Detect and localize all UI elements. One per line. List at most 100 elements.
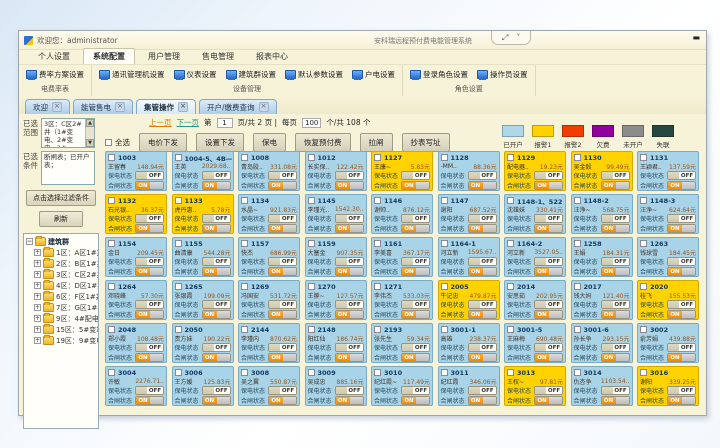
supply-toggle[interactable]: OFF: [468, 300, 497, 309]
meter-card[interactable]: 2050贵方妹190.22元保电状态OFF合闸状态ON: [172, 323, 234, 363]
card-checkbox[interactable]: [374, 326, 381, 333]
switch-toggle[interactable]: ON: [268, 267, 297, 276]
switch-toggle[interactable]: ON: [401, 267, 430, 276]
meter-card[interactable]: 1148-2汪浄~568.75元保电状态OFF合闸状态ON: [571, 194, 633, 234]
switch-toggle[interactable]: ON: [601, 181, 630, 190]
meter-card[interactable]: 3008吴之翼550.87元保电状态OFF合闸状态ON: [238, 366, 300, 406]
supply-toggle[interactable]: OFF: [335, 257, 364, 266]
supply-toggle[interactable]: OFF: [667, 171, 696, 180]
card-checkbox[interactable]: [308, 369, 315, 376]
supply-toggle[interactable]: OFF: [534, 300, 563, 309]
meter-card[interactable]: 3011纪红霞346.06元保电状态OFF合闸状态ON: [438, 366, 500, 406]
switch-toggle[interactable]: ON: [468, 310, 497, 319]
supply-toggle[interactable]: OFF: [468, 343, 497, 352]
switch-toggle[interactable]: ON: [601, 396, 630, 405]
switch-toggle[interactable]: ON: [268, 181, 297, 190]
meter-card[interactable]: 1004-5、4B—王英2029.68..保电状态OFF合闸状态ON: [172, 151, 234, 191]
window-tab-control[interactable]: ⤢ ˅: [491, 31, 531, 45]
card-checkbox[interactable]: [374, 369, 381, 376]
range-box[interactable]: 3区：C区2#井（1#变电、2#变电、1#… ▲ ▼: [41, 118, 95, 148]
menu-item-个人设置[interactable]: 个人设置: [29, 49, 79, 64]
expand-icon[interactable]: +: [34, 271, 41, 278]
meter-card[interactable]: 3002俞芳娟439.88元保电状态OFF合闸状态ON: [637, 323, 699, 363]
ribbon-button-费率方案设置[interactable]: 费率方案设置: [23, 67, 87, 82]
expand-icon[interactable]: +: [34, 337, 41, 344]
switch-toggle[interactable]: ON: [601, 267, 630, 276]
meter-card[interactable]: 1271李伟杰533.03元保电状态OFF合闸状态ON: [371, 280, 433, 320]
meter-card[interactable]: 1003王留春148.94元保电状态OFF合闸状态ON: [105, 151, 167, 191]
close-icon[interactable]: ×: [259, 102, 269, 112]
switch-toggle[interactable]: ON: [268, 396, 297, 405]
ribbon-button-操作员设置[interactable]: 操作员设置: [474, 67, 531, 82]
switch-toggle[interactable]: ON: [202, 267, 231, 276]
card-checkbox[interactable]: [241, 154, 248, 161]
supply-toggle[interactable]: OFF: [601, 214, 630, 223]
expand-icon[interactable]: +: [34, 304, 41, 311]
supply-toggle[interactable]: OFF: [468, 214, 497, 223]
switch-toggle[interactable]: ON: [401, 181, 430, 190]
supply-toggle[interactable]: OFF: [468, 257, 497, 266]
meter-card[interactable]: 2014安思茹202.95元保电状态OFF合闸状态ON: [504, 280, 566, 320]
supply-toggle[interactable]: OFF: [401, 386, 430, 395]
meter-card[interactable]: 2005牛记忠479.87元保电状态OFF合闸状态ON: [438, 280, 500, 320]
switch-toggle[interactable]: ON: [135, 181, 164, 190]
expand-icon[interactable]: +: [34, 249, 41, 256]
switch-toggle[interactable]: ON: [468, 267, 497, 276]
card-checkbox[interactable]: [507, 154, 514, 161]
card-checkbox[interactable]: [308, 197, 315, 204]
meter-card[interactable]: 3006王方媛125.83元保电状态OFF合闸状态ON: [172, 366, 234, 406]
meter-card[interactable]: 1129配电器..19.23元保电状态OFF合闸状态ON: [504, 151, 566, 191]
meter-card[interactable]: 1133虎丹惠..5.78元保电状态OFF合闸状态ON: [172, 194, 234, 234]
switch-toggle[interactable]: ON: [667, 224, 696, 233]
tab-开户/缴费查询[interactable]: 开户/缴费查询×: [199, 99, 277, 114]
ribbon-button-建筑群设置[interactable]: 建筑群设置: [223, 67, 280, 82]
page-current-input[interactable]: 1: [217, 118, 233, 128]
tree-item[interactable]: +15区：5#变站（3#…: [34, 324, 98, 335]
meter-card[interactable]: 1132石光银..36.37元保电状态OFF合闸状态ON: [105, 194, 167, 234]
meter-card[interactable]: 1148-3汪浄~624.64元保电状态OFF合闸状态ON: [637, 194, 699, 234]
supply-toggle[interactable]: OFF: [601, 171, 630, 180]
switch-toggle[interactable]: ON: [135, 310, 164, 319]
meter-card[interactable]: 1157快杰686.99元保电状态OFF合闸状态ON: [238, 237, 300, 277]
restore-icon[interactable]: ⤢: [502, 33, 508, 43]
meter-card[interactable]: 2148阳红仙186.74元保电状态OFF合闸状态ON: [305, 323, 367, 363]
tree-item[interactable]: +9区：4#配电井（4#…: [34, 313, 98, 324]
card-checkbox[interactable]: [441, 154, 448, 161]
card-checkbox[interactable]: [574, 154, 581, 161]
tree-item[interactable]: +7区：G区1#井: [34, 302, 98, 313]
supply-toggle[interactable]: OFF: [268, 386, 297, 395]
tree-item[interactable]: +19区：9#变电站（2…: [34, 335, 98, 346]
meter-card[interactable]: 3001-1高雄238.37元保电状态OFF合闸状态ON: [438, 323, 500, 363]
supply-toggle[interactable]: OFF: [667, 300, 696, 309]
meter-card[interactable]: 1154金日209.45元保电状态OFF合闸状态ON: [105, 237, 167, 277]
supply-toggle[interactable]: OFF: [268, 300, 297, 309]
menu-item-系统配置[interactable]: 系统配置: [83, 48, 135, 64]
card-checkbox[interactable]: [241, 326, 248, 333]
meter-card[interactable]: 1265张银霞199.09元保电状态OFF合闸状态ON: [172, 280, 234, 320]
refresh-button[interactable]: 刷新: [39, 211, 83, 227]
switch-toggle[interactable]: ON: [335, 224, 364, 233]
meter-card[interactable]: 3001-6孙长争293.15元保电状态OFF合闸状态ON: [571, 323, 633, 363]
meter-card[interactable]: 1258王娟184.31元保电状态OFF合闸状态ON: [571, 237, 633, 277]
action-button-保电[interactable]: 保电: [253, 133, 286, 152]
supply-toggle[interactable]: OFF: [401, 300, 430, 309]
prev-page-link[interactable]: 上一页: [149, 117, 172, 128]
supply-toggle[interactable]: OFF: [335, 343, 364, 352]
switch-toggle[interactable]: ON: [335, 396, 364, 405]
tree-item[interactable]: +4区：D区1#井（D区…: [34, 280, 98, 291]
supply-toggle[interactable]: OFF: [202, 171, 231, 180]
switch-toggle[interactable]: ON: [401, 224, 430, 233]
supply-toggle[interactable]: OFF: [135, 257, 164, 266]
supply-toggle[interactable]: OFF: [202, 386, 231, 395]
card-checkbox[interactable]: [574, 197, 581, 204]
supply-toggle[interactable]: OFF: [135, 386, 164, 395]
supply-toggle[interactable]: OFF: [468, 386, 497, 395]
switch-toggle[interactable]: ON: [667, 310, 696, 319]
select-all-checkbox[interactable]: [105, 139, 112, 146]
expand-icon[interactable]: +: [34, 326, 41, 333]
switch-toggle[interactable]: ON: [601, 224, 630, 233]
expand-icon[interactable]: +: [34, 282, 41, 289]
card-checkbox[interactable]: [108, 240, 115, 247]
card-checkbox[interactable]: [574, 326, 581, 333]
menu-item-报表中心[interactable]: 报表中心: [247, 49, 297, 64]
